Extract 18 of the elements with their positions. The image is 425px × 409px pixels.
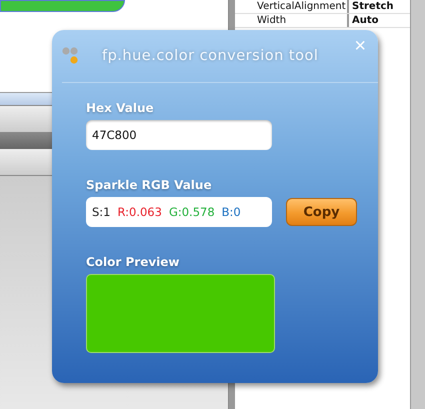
preview-label: Color Preview	[86, 255, 181, 269]
hex-input-field[interactable]: 47C800	[86, 120, 272, 150]
property-name: VerticalAlignment	[235, 0, 349, 13]
copy-button[interactable]: Copy	[286, 198, 357, 226]
rectangle-shape[interactable]	[0, 0, 125, 12]
rgb-component: G:0.578	[168, 205, 215, 219]
dots-logo-icon	[62, 47, 80, 65]
rgb-label: Sparkle RGB Value	[86, 178, 213, 192]
window-title: fp.hue.color conversion tool	[102, 48, 318, 64]
rgb-component: B:0	[222, 205, 241, 219]
rgb-component: R:0.063	[118, 205, 162, 219]
property-name: Width	[235, 14, 349, 27]
property-value[interactable]: Stretch	[349, 0, 394, 13]
property-value[interactable]: Auto	[349, 14, 379, 27]
rgb-component: S:1	[92, 205, 110, 219]
rgb-value-field[interactable]: S:1 R:0.063 G:0.578 B:0	[86, 197, 272, 227]
scrollbar[interactable]	[410, 0, 425, 409]
hex-label: Hex Value	[86, 101, 155, 115]
